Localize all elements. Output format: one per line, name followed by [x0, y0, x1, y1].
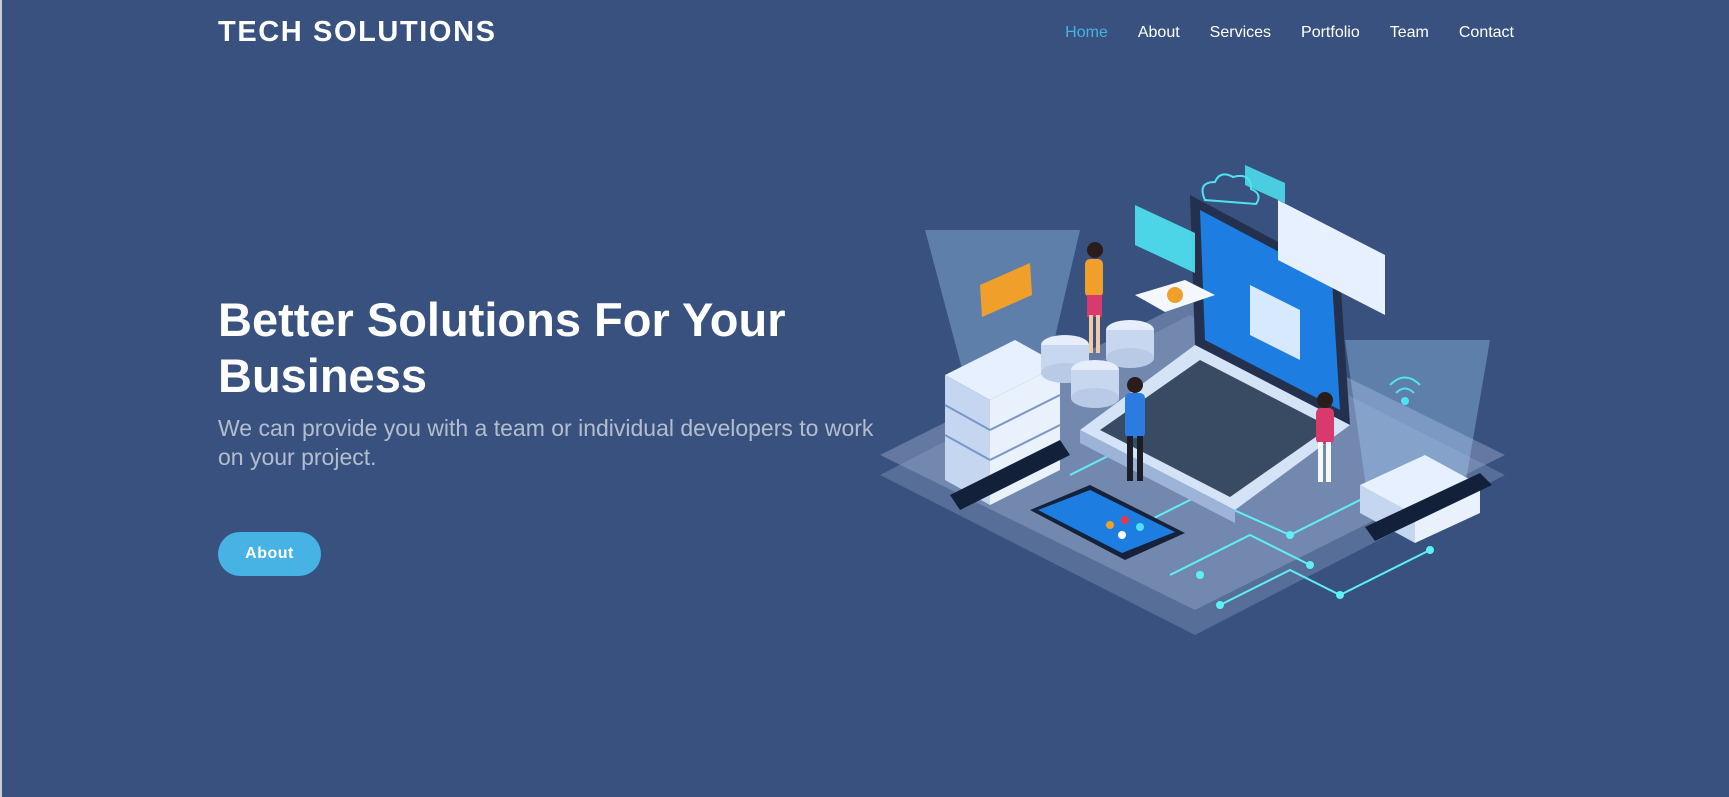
page-edge: [0, 0, 2, 797]
floating-screen-cyan: [1135, 205, 1195, 273]
hero-subtitle: We can provide you with a team or indivi…: [218, 415, 874, 470]
nav-home[interactable]: Home: [1065, 24, 1108, 42]
nav-services[interactable]: Services: [1210, 24, 1271, 42]
pie-chart-icon: [1167, 287, 1183, 303]
nav-portfolio[interactable]: Portfolio: [1301, 24, 1360, 42]
person-woman-standing: [1085, 242, 1103, 353]
main-nav: Home About Services Portfolio Team Conta…: [1065, 24, 1514, 42]
about-button[interactable]: About: [218, 532, 321, 576]
site-logo[interactable]: TECH SOLUTIONS: [218, 16, 497, 49]
nav-contact[interactable]: Contact: [1459, 24, 1514, 42]
hero-title: Better Solutions For Your Business: [218, 293, 786, 402]
nav-about[interactable]: About: [1138, 24, 1180, 42]
nav-team[interactable]: Team: [1390, 24, 1429, 42]
hero-illustration: [880, 165, 1505, 635]
